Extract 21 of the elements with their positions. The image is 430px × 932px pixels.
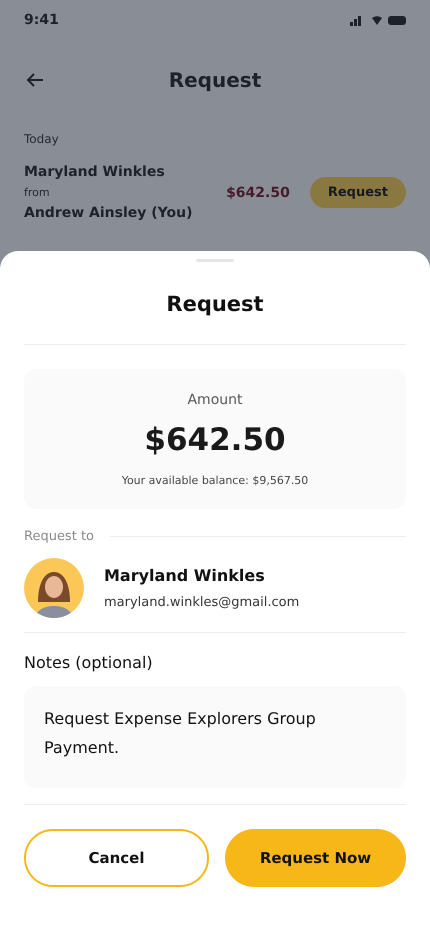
recipient-name: Maryland Winkles — [104, 566, 266, 585]
status-icons — [350, 14, 406, 26]
request-button[interactable]: Request — [310, 177, 406, 208]
sheet-title: Request — [24, 262, 406, 345]
cancel-button[interactable]: Cancel — [24, 829, 209, 887]
sender-name: Maryland Winkles — [24, 164, 166, 180]
page-title: Request — [168, 68, 262, 92]
recipient-email: maryland.winkles@gmail.com — [104, 595, 300, 610]
notes-label: Notes (optional) — [24, 653, 154, 672]
request-now-button[interactable]: Request Now — [225, 829, 406, 887]
recipient-label: Request to — [24, 529, 94, 544]
avatar — [24, 558, 84, 618]
amount-label: Amount — [187, 392, 242, 408]
balance-text: Your available balance: $9,567.50 — [122, 474, 308, 486]
counterpart-name: Andrew Ainsley (You) — [24, 205, 194, 221]
section-label: Today — [24, 132, 60, 146]
amount-value: $642.50 — [144, 422, 286, 458]
status-time: 9:41 — [24, 12, 59, 28]
direction-label: from — [24, 186, 51, 199]
request-amount: $642.50 — [226, 184, 290, 200]
notes-field[interactable]: Request Expense Explorers Group Payment. — [24, 686, 406, 788]
